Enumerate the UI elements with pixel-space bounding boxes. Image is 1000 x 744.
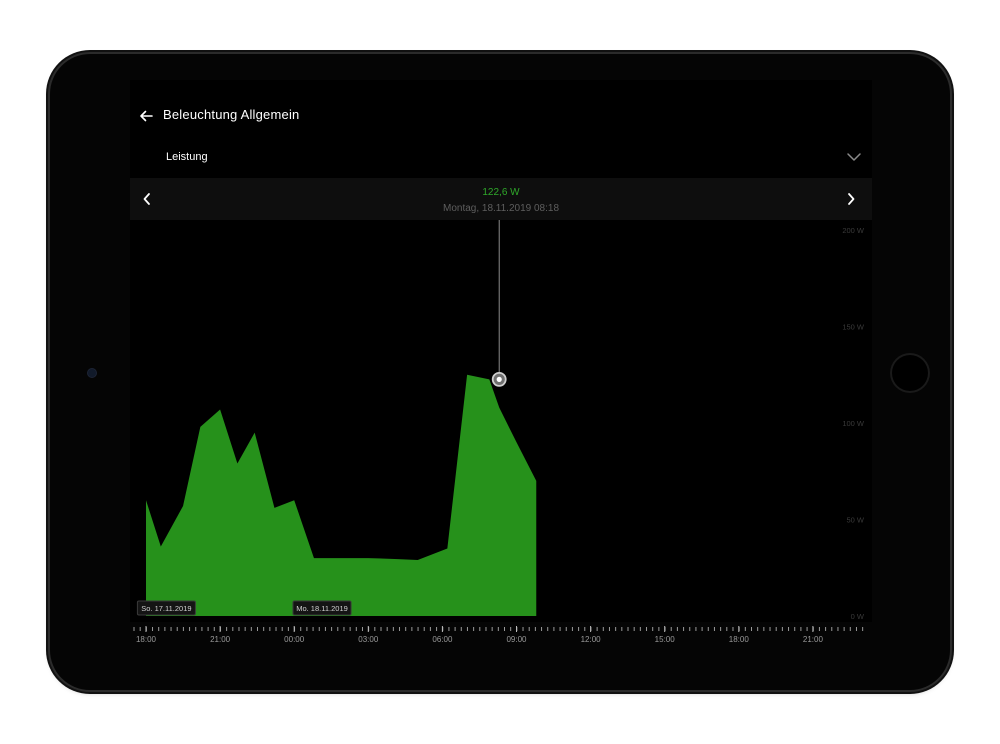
x-tick-label: 03:00 [358,635,379,644]
x-tick-label: 00:00 [284,635,305,644]
y-tick-label: 0 W [851,612,865,621]
x-tick-label: 21:00 [210,635,231,644]
x-tick-label: 09:00 [506,635,527,644]
selection-marker-dot [496,376,502,382]
power-area-series [146,374,537,616]
x-tick-label: 12:00 [581,635,602,644]
x-tick-label: 06:00 [432,635,453,644]
y-tick-label: 150 W [842,323,865,332]
y-tick-label: 50 W [846,516,864,525]
x-tick-label: 18:00 [136,635,157,644]
y-tick-label: 100 W [842,419,865,428]
x-tick-label: 15:00 [655,635,676,644]
x-tick-label: 21:00 [803,635,824,644]
day-label-text: So. 17.11.2019 [141,604,191,613]
power-chart[interactable]: 0 W 50 W 100 W 150 W 200 W 18:00 21:00 00:00 03:… [0,0,1000,744]
y-tick-label: 200 W [842,226,865,235]
x-tick-label: 18:00 [729,635,750,644]
day-label: Mo. 18.11.2019 [292,600,352,616]
day-label: So. 17.11.2019 [136,600,196,616]
day-label-text: Mo. 18.11.2019 [296,604,348,613]
